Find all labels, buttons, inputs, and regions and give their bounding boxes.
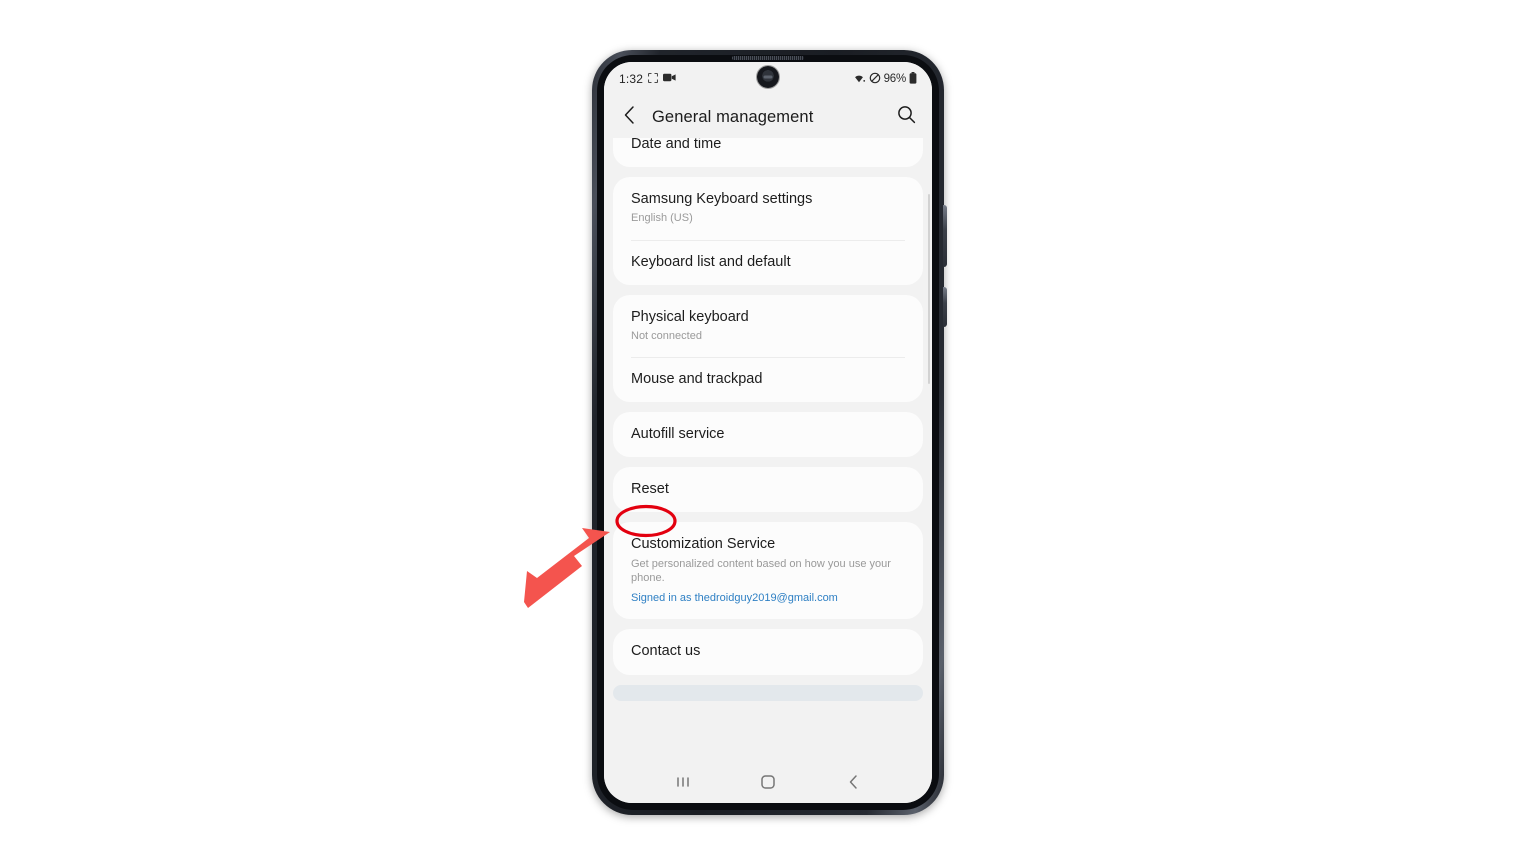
- list-item-label: Mouse and trackpad: [631, 371, 763, 388]
- settings-list-scroll-area[interactable]: Date and time Samsung Keyboard settings …: [604, 138, 932, 765]
- list-item-label: Samsung Keyboard settings: [631, 191, 813, 208]
- list-item-autofill-service[interactable]: Autofill service: [613, 412, 923, 457]
- android-navigation-bar: [604, 765, 932, 803]
- phone-device-frame: 1:32 96% General management Date and tim…: [592, 50, 947, 815]
- wifi-icon: [852, 72, 866, 86]
- settings-group-reset: Reset: [613, 467, 923, 513]
- list-item-reset[interactable]: Reset: [613, 467, 923, 512]
- screen-capture-icon: [648, 72, 659, 86]
- list-item-subtitle: Not connected: [631, 329, 702, 342]
- power-button[interactable]: [943, 287, 947, 327]
- list-item-label: Reset: [631, 481, 669, 498]
- list-item-physical-keyboard[interactable]: Physical keyboard Not connected: [613, 295, 923, 357]
- list-item-label: Date and time: [631, 138, 722, 152]
- settings-group-keyboard: Samsung Keyboard settings English (US) K…: [613, 177, 923, 285]
- recents-button[interactable]: [668, 769, 698, 799]
- settings-group-customization-service: Customization Service Get personalized c…: [613, 522, 923, 620]
- list-item-keyboard-list-and-default[interactable]: Keyboard list and default: [613, 239, 923, 285]
- search-icon: [897, 105, 916, 129]
- list-item-label: Keyboard list and default: [631, 253, 791, 270]
- list-item-customization-service[interactable]: Customization Service Get personalized c…: [613, 522, 923, 619]
- settings-group-input-devices: Physical keyboard Not connected Mouse an…: [613, 294, 923, 403]
- front-camera-punch-hole: [757, 66, 779, 88]
- volume-rocker-button[interactable]: [943, 205, 947, 267]
- list-item-date-and-time[interactable]: Date and time: [613, 138, 923, 167]
- list-item-samsung-keyboard-settings[interactable]: Samsung Keyboard settings English (US): [613, 177, 923, 239]
- status-bar: 1:32 96%: [604, 62, 932, 96]
- partial-next-card[interactable]: [613, 684, 923, 701]
- list-item-mouse-and-trackpad[interactable]: Mouse and trackpad: [613, 357, 923, 402]
- list-item-label: Contact us: [631, 643, 701, 660]
- earpiece-speaker-grille: [732, 56, 804, 60]
- chevron-left-icon: [622, 105, 637, 130]
- home-icon: [760, 774, 776, 795]
- list-item-label: Physical keyboard: [631, 308, 749, 325]
- list-item-subtitle: English (US): [631, 212, 693, 225]
- settings-group-autofill: Autofill service: [613, 412, 923, 458]
- status-clock: 1:32: [619, 72, 644, 86]
- list-item-contact-us[interactable]: Contact us: [613, 629, 923, 674]
- home-button[interactable]: [753, 769, 783, 799]
- search-button[interactable]: [894, 105, 918, 129]
- signed-in-account-link[interactable]: Signed in as thedroidguy2019@gmail.com: [631, 591, 905, 605]
- mute-icon: [869, 72, 881, 87]
- back-navigation-button[interactable]: [618, 105, 640, 130]
- back-button[interactable]: [838, 769, 868, 799]
- app-bar: General management: [604, 96, 932, 138]
- back-chevron-icon: [847, 774, 860, 795]
- scrollbar-thumb[interactable]: [928, 194, 930, 384]
- battery-percent-label: 96%: [883, 73, 907, 85]
- page-title: General management: [652, 107, 814, 126]
- video-recorder-icon: [663, 73, 676, 85]
- list-item-subtitle: Get personalized content based on how yo…: [631, 557, 891, 584]
- status-bar-left: 1:32: [619, 72, 676, 86]
- settings-group-contact-us: Contact us: [613, 629, 923, 675]
- phone-screen: 1:32 96% General management Date and tim…: [604, 62, 932, 803]
- list-item-label: Customization Service: [631, 536, 776, 553]
- battery-full-icon: [909, 71, 917, 87]
- recents-icon: [675, 775, 691, 794]
- settings-group-date-time: Date and time: [613, 138, 923, 168]
- status-bar-right: 96%: [852, 71, 917, 87]
- list-item-label: Autofill service: [631, 426, 725, 443]
